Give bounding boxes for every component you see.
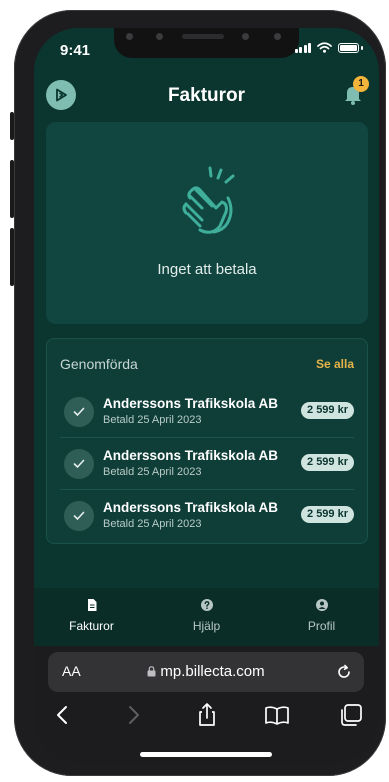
invoice-row[interactable]: Anderssons Trafikskola AB Betald 25 Apri… — [60, 494, 354, 538]
app-header: Fakturor 1 — [34, 76, 379, 112]
phone-screen: 9:41 Fakturor 1 Inget att betala Genomfö… — [34, 28, 379, 763]
invoice-status: Betald 25 April 2023 — [103, 518, 202, 530]
notification-badge: 1 — [353, 76, 369, 92]
camera-dot — [126, 33, 133, 40]
lock-icon — [147, 666, 156, 677]
sensor-dot — [156, 33, 163, 40]
help-icon — [200, 599, 213, 611]
invoice-row[interactable]: Anderssons Trafikskola AB Betald 25 Apri… — [60, 442, 354, 486]
paid-check-icon — [64, 501, 94, 531]
home-indicator — [140, 752, 272, 757]
page-title: Fakturor — [167, 85, 246, 106]
tab-hjalp[interactable]: Hjälp — [149, 588, 264, 646]
notch — [114, 28, 299, 58]
signal-icon — [294, 42, 311, 53]
volume-down-button — [10, 228, 14, 286]
document-icon — [87, 599, 96, 611]
invoice-amount: 2 599 kr — [301, 402, 354, 419]
back-icon[interactable] — [50, 702, 76, 728]
clapping-hands-icon — [182, 166, 235, 234]
tab-bar: Fakturor Hjälp Profil — [34, 588, 379, 646]
completed-invoices-card: Genomförda Se alla Anderssons Trafikskol… — [46, 338, 368, 544]
section-title: Genomförda — [60, 356, 138, 372]
url-text: mp.billecta.com — [160, 663, 265, 680]
tab-fakturor[interactable]: Fakturor — [34, 588, 149, 646]
invoice-company: Anderssons Trafikskola AB — [103, 500, 279, 515]
invoice-row[interactable]: Anderssons Trafikskola AB Betald 25 Apri… — [60, 390, 354, 434]
tab-label: Fakturor — [69, 619, 114, 633]
battery-icon — [338, 42, 359, 53]
empty-state-card: Inget att betala — [46, 122, 368, 324]
bookmarks-icon[interactable] — [264, 702, 290, 728]
reload-icon[interactable] — [334, 662, 354, 682]
notifications-button[interactable]: 1 — [341, 76, 369, 108]
profile-icon — [315, 599, 328, 611]
camera-dot — [274, 33, 281, 40]
wifi-icon — [317, 42, 332, 53]
mute-switch — [10, 112, 14, 140]
invoice-status: Betald 25 April 2023 — [103, 466, 202, 478]
forward-icon[interactable] — [120, 702, 146, 728]
sensor-dot — [242, 33, 249, 40]
invoice-status: Betald 25 April 2023 — [103, 414, 202, 426]
address-bar[interactable]: AA mp.billecta.com — [48, 652, 364, 692]
share-icon[interactable] — [194, 702, 220, 728]
tab-label: Hjälp — [192, 619, 221, 633]
tab-label: Profil — [307, 619, 336, 633]
speaker-grille — [182, 34, 224, 39]
invoice-amount: 2 599 kr — [301, 506, 354, 523]
invoice-company: Anderssons Trafikskola AB — [103, 448, 279, 463]
battery-nub — [361, 45, 363, 50]
tab-profil[interactable]: Profil — [264, 588, 379, 646]
tabs-icon[interactable] — [338, 702, 364, 728]
empty-state-message: Inget att betala — [157, 261, 257, 278]
row-divider — [60, 437, 354, 438]
url-display: mp.billecta.com — [48, 663, 364, 680]
browser-chrome: AA mp.billecta.com — [34, 646, 379, 763]
paid-check-icon — [64, 397, 94, 427]
status-time: 9:41 — [60, 42, 91, 59]
invoice-company: Anderssons Trafikskola AB — [103, 396, 279, 411]
paid-check-icon — [64, 449, 94, 479]
invoice-amount: 2 599 kr — [301, 454, 354, 471]
see-all-link[interactable]: Se alla — [316, 357, 354, 371]
status-icons — [294, 42, 363, 53]
row-divider — [60, 489, 354, 490]
volume-up-button — [10, 160, 14, 218]
